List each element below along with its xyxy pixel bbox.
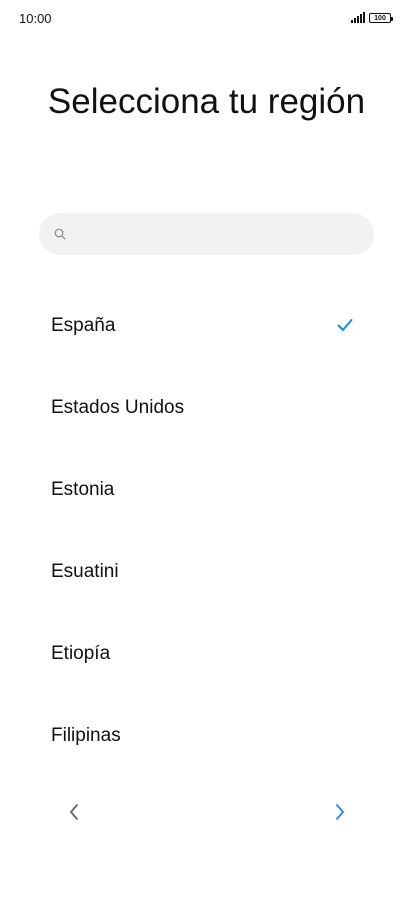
status-bar: 10:00 100 bbox=[0, 0, 413, 40]
region-item-espana[interactable]: España bbox=[0, 285, 413, 367]
region-label: España bbox=[51, 315, 116, 336]
region-label: Estados Unidos bbox=[51, 397, 185, 418]
next-button[interactable] bbox=[326, 798, 354, 826]
check-icon bbox=[337, 319, 353, 331]
previous-button[interactable] bbox=[60, 798, 88, 826]
region-label: Etiopía bbox=[51, 643, 111, 664]
region-item-estonia[interactable]: Estonia bbox=[0, 449, 413, 531]
search-icon bbox=[54, 228, 66, 240]
search-box[interactable] bbox=[39, 213, 374, 255]
status-indicators: 100 bbox=[351, 12, 393, 23]
signal-icon bbox=[351, 12, 365, 23]
search-input[interactable] bbox=[73, 213, 363, 255]
chevron-right-icon bbox=[336, 804, 344, 820]
page-title: Selecciona tu región bbox=[47, 82, 366, 121]
battery-level: 100 bbox=[374, 15, 386, 22]
region-item-esuatini[interactable]: Esuatini bbox=[0, 531, 413, 613]
battery-icon: 100 bbox=[369, 13, 393, 23]
region-item-etiopia[interactable]: Etiopía bbox=[0, 613, 413, 695]
region-label: Filipinas bbox=[51, 725, 121, 746]
chevron-left-icon bbox=[70, 804, 78, 820]
region-list: España Estados Unidos Estonia Esuatini E… bbox=[0, 285, 413, 777]
region-item-estados-unidos[interactable]: Estados Unidos bbox=[0, 367, 413, 449]
region-item-filipinas[interactable]: Filipinas bbox=[0, 695, 413, 777]
region-label: Esuatini bbox=[51, 561, 119, 582]
region-label: Estonia bbox=[51, 479, 115, 500]
status-time: 10:00 bbox=[19, 11, 52, 26]
